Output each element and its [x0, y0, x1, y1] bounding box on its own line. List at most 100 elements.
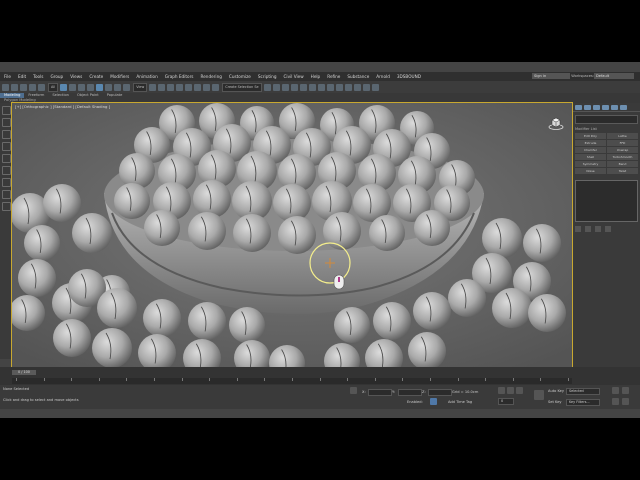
workspace-dropdown[interactable]: Default	[594, 73, 634, 79]
render-production-icon[interactable]	[353, 83, 361, 91]
reference-coordinate-dropdown[interactable]: View	[133, 82, 148, 92]
play-icon[interactable]	[516, 387, 523, 394]
create-tab-icon[interactable]	[575, 104, 582, 110]
rendered-frame-window-icon[interactable]	[344, 83, 352, 91]
z-coordinate-field[interactable]	[428, 389, 452, 396]
keyboard-shortcut-override-icon[interactable]	[167, 83, 175, 91]
time-slider[interactable]: 0 / 100	[12, 370, 36, 375]
adaptive-degradation-icon[interactable]	[430, 398, 437, 405]
a360-gallery-icon[interactable]	[371, 83, 379, 91]
pin-stack-icon[interactable]	[575, 226, 581, 232]
modifier-button[interactable]: Chamfer	[575, 147, 606, 153]
paint-tool-icon[interactable]	[1, 118, 11, 127]
select-and-move-icon[interactable]	[96, 83, 104, 91]
set-key-icon[interactable]	[534, 390, 544, 400]
select-and-scale-icon[interactable]	[114, 83, 122, 91]
select-and-place-icon[interactable]	[123, 83, 131, 91]
key-mode-dropdown[interactable]: Selected	[566, 388, 600, 395]
modifier-stack[interactable]	[575, 180, 638, 222]
menu-animation[interactable]: Animation	[136, 74, 157, 79]
modifier-list-dropdown[interactable]: Modifier List	[575, 127, 638, 131]
selection-filter-dropdown[interactable]: All	[48, 82, 59, 92]
show-end-result-icon[interactable]	[585, 226, 591, 232]
edit-named-selection-icon[interactable]	[212, 83, 220, 91]
go-to-start-icon[interactable]	[498, 387, 505, 394]
modifier-button[interactable]: Lathe	[607, 133, 638, 139]
menu-group[interactable]: Group	[50, 74, 63, 79]
object-name-field[interactable]	[575, 115, 638, 124]
modifier-button[interactable]: Unwrap	[607, 147, 638, 153]
toggle-layer-explorer-icon[interactable]	[290, 83, 298, 91]
viewport-label[interactable]: [+] [Orthographic ] [Standard ] [Default…	[15, 104, 110, 109]
remove-modifier-icon[interactable]	[605, 226, 611, 232]
x-coordinate-field[interactable]	[368, 389, 392, 396]
display-tab-icon[interactable]	[611, 104, 618, 110]
menu-3dsbound[interactable]: 3DSBOUND	[397, 74, 421, 79]
zoom-icon[interactable]	[612, 387, 619, 394]
menu-arnold[interactable]: Arnold	[376, 74, 390, 79]
tab-populate[interactable]: Populate	[103, 93, 127, 98]
square-tool-icon[interactable]	[1, 166, 11, 175]
menu-civil-view[interactable]: Civil View	[284, 74, 304, 79]
material-editor-icon[interactable]	[326, 83, 334, 91]
lock-selection-icon[interactable]	[350, 387, 357, 394]
modify-tab-icon[interactable]	[584, 104, 591, 110]
link-icon[interactable]	[20, 83, 27, 91]
align-icon[interactable]	[272, 83, 280, 91]
named-selection-sets-dropdown[interactable]: Create Selection Se	[222, 82, 262, 92]
lasso-tool-icon[interactable]	[1, 154, 11, 163]
menu-modifiers[interactable]: Modifiers	[110, 74, 129, 79]
pivot-center-icon[interactable]	[149, 83, 157, 91]
modifier-button[interactable]: Edit Poly	[575, 133, 606, 139]
select-and-rotate-icon[interactable]	[105, 83, 113, 91]
menu-tools[interactable]: Tools	[33, 74, 43, 79]
toggle-ribbon-icon[interactable]	[299, 83, 307, 91]
sign-in-dropdown[interactable]: Sign in	[532, 73, 570, 79]
auto-key-button[interactable]: Auto Key	[548, 389, 564, 393]
mirror-icon[interactable]	[263, 83, 271, 91]
curve-editor-icon[interactable]	[308, 83, 316, 91]
render-in-cloud-icon[interactable]	[362, 83, 370, 91]
undo-icon[interactable]	[2, 83, 9, 91]
viewport[interactable]: [+] [Orthographic ] [Standard ] [Default…	[11, 102, 573, 368]
y-coordinate-field[interactable]	[398, 389, 422, 396]
select-manipulate-icon[interactable]	[158, 83, 166, 91]
modifier-button[interactable]: Noise	[575, 168, 606, 174]
add-time-tag[interactable]: Add Time Tag	[448, 400, 472, 404]
menu-graph-editors[interactable]: Graph Editors	[165, 74, 194, 79]
snaps-toggle-icon[interactable]	[176, 83, 184, 91]
motion-tab-icon[interactable]	[602, 104, 609, 110]
modifier-button[interactable]: Shell	[575, 154, 606, 160]
modifier-button[interactable]: Extrude	[575, 140, 606, 146]
select-object-icon[interactable]	[60, 83, 68, 91]
eraser-tool-icon[interactable]	[1, 202, 11, 211]
rectangular-selection-icon[interactable]	[78, 83, 86, 91]
modifier-button[interactable]: TurboSmooth	[607, 154, 638, 160]
angle-snap-icon[interactable]	[185, 83, 193, 91]
current-frame-field[interactable]: 0	[498, 398, 514, 405]
spinner-snap-icon[interactable]	[203, 83, 211, 91]
menu-customize[interactable]: Customize	[229, 74, 251, 79]
make-unique-icon[interactable]	[595, 226, 601, 232]
bind-space-warp-icon[interactable]	[38, 83, 45, 91]
key-filters-button[interactable]: Key Filters...	[566, 399, 600, 406]
menu-substance[interactable]: Substance	[347, 74, 369, 79]
schematic-view-icon[interactable]	[317, 83, 325, 91]
maximize-viewport-icon[interactable]	[622, 398, 629, 405]
modifier-button[interactable]: Bend	[607, 161, 638, 167]
menu-rendering[interactable]: Rendering	[201, 74, 222, 79]
utilities-tab-icon[interactable]	[620, 104, 627, 110]
brush-tool-icon[interactable]	[1, 130, 11, 139]
select-by-name-icon[interactable]	[69, 83, 77, 91]
render-setup-icon[interactable]	[335, 83, 343, 91]
unlink-icon[interactable]	[29, 83, 36, 91]
modifier-button[interactable]: FFD	[607, 140, 638, 146]
redo-icon[interactable]	[11, 83, 18, 91]
percent-snap-icon[interactable]	[194, 83, 202, 91]
tab-object-paint[interactable]: Object Paint	[73, 93, 103, 98]
set-key-button[interactable]: Set Key	[548, 400, 562, 404]
text-tool-icon[interactable]	[1, 178, 11, 187]
track-bar[interactable]	[12, 378, 572, 384]
toggle-scene-explorer-icon[interactable]	[281, 83, 289, 91]
tab-selection[interactable]: Selection	[48, 93, 73, 98]
